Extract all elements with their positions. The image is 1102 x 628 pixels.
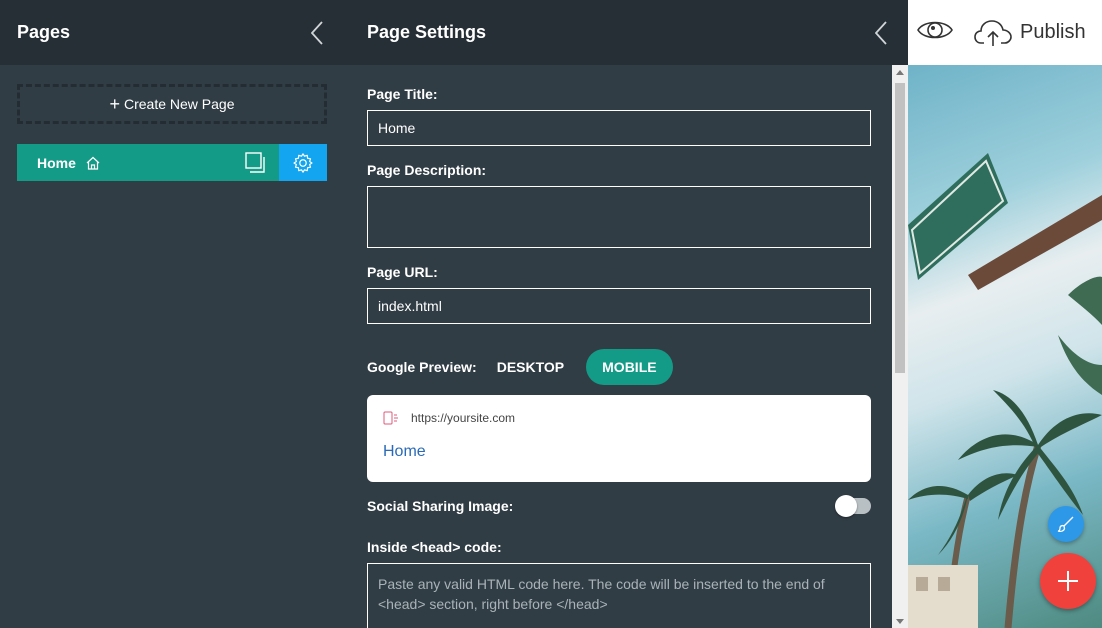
page-url-input[interactable]: index.html	[367, 288, 871, 324]
page-title-label: Page Title:	[367, 86, 438, 102]
settings-scrollbar[interactable]	[892, 65, 908, 628]
settings-title: Page Settings	[367, 22, 487, 42]
head-code-input[interactable]: Paste any valid HTML code here. The code…	[367, 563, 871, 628]
preview-url: https://yoursite.com	[411, 411, 516, 425]
palm-street-photo	[908, 153, 1102, 628]
google-preview-card: https://yoursite.com Home	[367, 395, 871, 482]
plus-icon	[1058, 571, 1078, 591]
top-toolbar: Publish	[908, 0, 1102, 65]
preview-eye-icon[interactable]	[916, 17, 954, 48]
page-title-input[interactable]: Home	[367, 110, 871, 146]
mobile-favicon-icon	[383, 411, 399, 430]
preview-title: Home	[383, 443, 426, 460]
page-description-label: Page Description:	[367, 162, 487, 178]
publish-button[interactable]: Publish	[974, 19, 1086, 47]
page-url-label: Page URL:	[367, 264, 438, 280]
create-new-page-label: Create New Page	[124, 96, 235, 112]
add-block-button[interactable]	[1040, 553, 1096, 609]
pages-panel: Pages + Create New Page Home	[0, 0, 342, 628]
home-icon	[85, 156, 101, 170]
plus-icon: +	[109, 94, 120, 114]
scroll-down-icon[interactable]	[896, 619, 904, 624]
design-brush-button[interactable]	[1048, 506, 1084, 542]
social-sharing-toggle[interactable]	[835, 495, 871, 517]
google-preview-row: Google Preview: DESKTOP MOBILE	[367, 349, 673, 385]
scrollbar-thumb[interactable]	[895, 83, 905, 373]
gear-icon	[293, 152, 313, 173]
publish-label: Publish	[1020, 21, 1086, 43]
page-description-input[interactable]	[367, 186, 871, 248]
page-settings-panel: Page Settings Page Title: Home Page Desc…	[342, 0, 908, 628]
mobile-preview-button[interactable]: MOBILE	[586, 349, 673, 385]
page-item-home[interactable]: Home	[17, 144, 327, 181]
page-item-label: Home	[37, 154, 76, 171]
scroll-up-icon[interactable]	[896, 70, 904, 75]
create-new-page-button[interactable]: + Create New Page	[17, 84, 327, 124]
google-preview-label: Google Preview:	[367, 359, 477, 375]
page-settings-button[interactable]	[279, 144, 327, 181]
brush-icon	[1057, 516, 1074, 533]
desktop-preview-button[interactable]: DESKTOP	[497, 359, 564, 375]
settings-header: Page Settings	[342, 0, 908, 65]
site-preview-canvas[interactable]	[908, 65, 1102, 628]
social-sharing-label: Social Sharing Image:	[367, 498, 514, 514]
pages-title: Pages	[17, 22, 71, 42]
toggle-knob	[835, 495, 857, 517]
duplicate-page-icon[interactable]	[245, 152, 267, 179]
collapse-settings-icon[interactable]	[872, 18, 890, 48]
cloud-upload-icon	[974, 19, 1012, 46]
head-code-label: Inside <head> code:	[367, 539, 502, 555]
collapse-pages-icon[interactable]	[308, 18, 326, 48]
pages-header: Pages	[0, 0, 342, 65]
